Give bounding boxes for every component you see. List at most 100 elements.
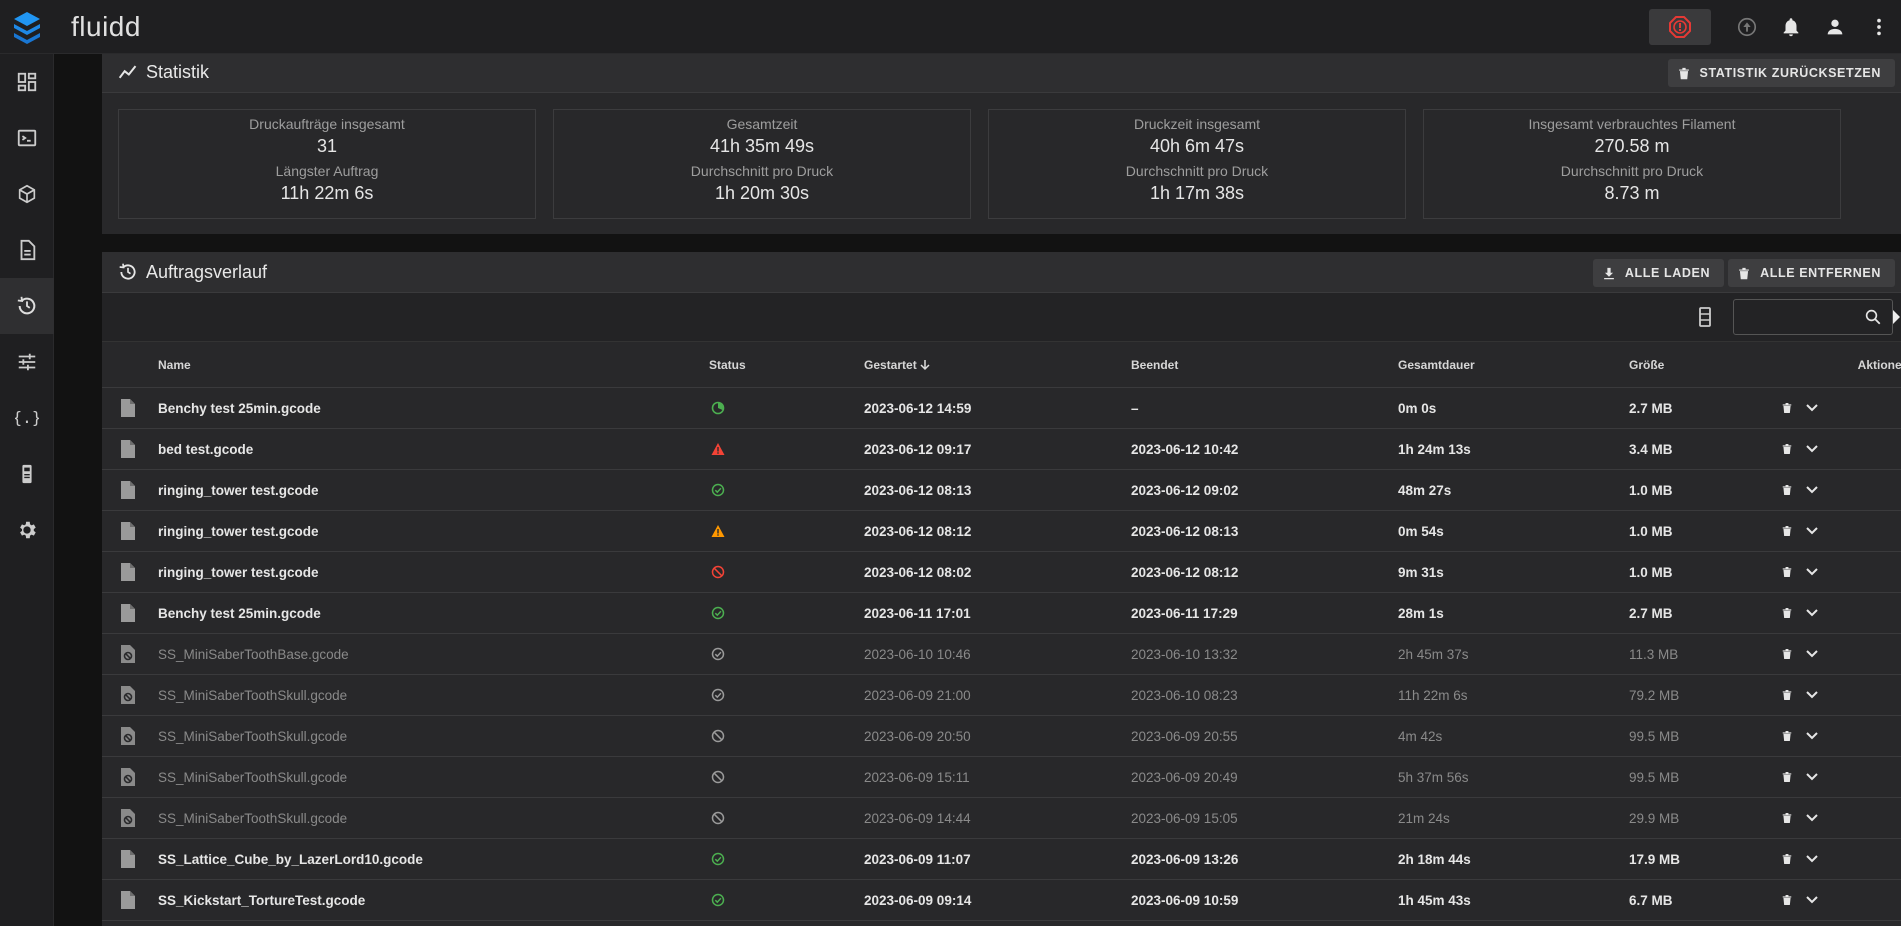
column-select-icon[interactable] xyxy=(1697,307,1713,327)
chevron-down-icon[interactable] xyxy=(1806,650,1818,658)
main-content: Statistik STATISTIK ZURÜCKSETZEN Druckau… xyxy=(54,54,1901,926)
job-size: 6.7 MB xyxy=(1629,879,1776,921)
remove-all-button[interactable]: ALLE ENTFERNEN xyxy=(1728,259,1895,287)
table-row[interactable]: bed test.gcode 2023-06-12 09:17 2023-06-12… xyxy=(102,428,1901,470)
job-ended: 2023-06-09 10:59 xyxy=(1131,879,1398,921)
delete-icon[interactable] xyxy=(1782,730,1792,742)
chevron-down-icon[interactable] xyxy=(1806,855,1818,863)
column-status[interactable]: Status xyxy=(709,342,864,388)
nav-tune[interactable] xyxy=(0,334,54,390)
app-title: fluidd xyxy=(71,10,141,42)
history-icon xyxy=(17,296,36,315)
table-row[interactable]: SS_MiniSaberToothSkull.gcode 2023-06-09 2… xyxy=(102,674,1901,716)
job-size: 3.4 MB xyxy=(1629,428,1776,470)
stat-total-time: Gesamtzeit 41h 35m 49s Durchschnitt pro … xyxy=(553,109,971,219)
job-actions xyxy=(1776,879,1901,921)
job-duration: 1h 24m 13s xyxy=(1398,428,1629,470)
chevron-down-icon[interactable] xyxy=(1806,896,1818,904)
chevron-down-icon[interactable] xyxy=(1806,732,1818,740)
job-actions xyxy=(1776,797,1901,839)
job-started: 2023-06-12 08:02 xyxy=(864,551,1131,593)
delete-icon[interactable] xyxy=(1782,402,1792,414)
table-row[interactable]: SS_Lattice_Cube_by_LazerLord10.gcode 2023… xyxy=(102,838,1901,880)
delete-icon[interactable] xyxy=(1782,648,1792,660)
job-name: SS_MiniSaberToothSkull.gcode xyxy=(158,756,709,798)
nav-dashboard[interactable] xyxy=(0,54,54,110)
tune-icon xyxy=(18,353,36,371)
column-name[interactable]: Name xyxy=(158,342,709,388)
chevron-down-icon[interactable] xyxy=(1806,773,1818,781)
table-row[interactable]: Benchy test 25min.gcode 2023-06-12 14:59–… xyxy=(102,387,1901,429)
job-status xyxy=(709,469,864,511)
cancelled-icon xyxy=(711,770,725,784)
search-input[interactable] xyxy=(1733,299,1893,335)
job-duration: 21m 24s xyxy=(1398,797,1629,839)
chevron-down-icon[interactable] xyxy=(1806,814,1818,822)
job-ended: – xyxy=(1131,387,1398,429)
chevron-down-icon[interactable] xyxy=(1806,527,1818,535)
chevron-down-icon[interactable] xyxy=(1806,568,1818,576)
warning-icon xyxy=(711,525,725,537)
table-row[interactable]: ringing_tower test.gcode 2023-06-12 08:13… xyxy=(102,469,1901,511)
table-row[interactable]: SS_MiniSaberToothSkull.gcode 2023-06-09 2… xyxy=(102,715,1901,757)
table-row[interactable]: ringing_tower test.gcode 2023-06-12 08:02… xyxy=(102,551,1901,593)
reset-statistics-button[interactable]: STATISTIK ZURÜCKSETZEN xyxy=(1667,59,1895,87)
delete-icon[interactable] xyxy=(1782,484,1792,496)
delete-icon[interactable] xyxy=(1782,525,1792,537)
nav-config[interactable]: {.} xyxy=(0,390,54,446)
load-all-button[interactable]: ALLE LADEN xyxy=(1592,259,1725,287)
emergency-stop-icon xyxy=(1669,16,1691,38)
chevron-down-icon[interactable] xyxy=(1806,445,1818,453)
chevron-down-icon[interactable] xyxy=(1806,609,1818,617)
job-size: 79.2 MB xyxy=(1629,674,1776,716)
delete-icon[interactable] xyxy=(1782,443,1792,455)
chevron-down-icon[interactable] xyxy=(1806,691,1818,699)
table-row[interactable]: SS_Kickstart_TortureTest.gcode 2023-06-09… xyxy=(102,879,1901,921)
delete-icon[interactable] xyxy=(1782,566,1792,578)
file-type-cell xyxy=(102,510,158,552)
job-name: SS_MiniSaberToothSkull.gcode xyxy=(158,715,709,757)
job-duration: 28m 1s xyxy=(1398,592,1629,634)
delete-icon[interactable] xyxy=(1782,812,1792,824)
nav-gcode-preview[interactable] xyxy=(0,166,54,222)
delete-icon[interactable] xyxy=(1782,689,1792,701)
nav-printer[interactable] xyxy=(0,446,54,502)
job-ended: 2023-06-12 10:42 xyxy=(1131,428,1398,470)
delete-icon[interactable] xyxy=(1782,771,1792,783)
job-size: 1.0 MB xyxy=(1629,510,1776,552)
fluidd-logo-icon[interactable] xyxy=(0,0,54,54)
upload-icon[interactable] xyxy=(1725,5,1769,49)
column-ended[interactable]: Beendet xyxy=(1131,342,1398,388)
file-icon xyxy=(121,522,135,540)
table-row[interactable]: SS_MiniSaberToothBase.gcode 2023-06-10 10… xyxy=(102,633,1901,675)
chevron-down-icon[interactable] xyxy=(1806,404,1818,412)
nav-history[interactable] xyxy=(0,278,54,334)
file-type-cell xyxy=(102,674,158,716)
table-row[interactable]: SS_MiniSaberToothSkull.gcode 2023-06-09 1… xyxy=(102,797,1901,839)
nav-console[interactable] xyxy=(0,110,54,166)
table-row[interactable]: ringing_tower test.gcode 2023-06-12 08:12… xyxy=(102,510,1901,552)
column-started[interactable]: Gestartet xyxy=(864,342,1131,388)
delete-icon[interactable] xyxy=(1782,853,1792,865)
delete-icon[interactable] xyxy=(1782,894,1792,906)
job-started: 2023-06-12 08:13 xyxy=(864,469,1131,511)
job-status xyxy=(709,674,864,716)
more-vert-icon[interactable] xyxy=(1857,5,1901,49)
chevron-down-icon[interactable] xyxy=(1806,486,1818,494)
account-icon[interactable] xyxy=(1813,5,1857,49)
table-row[interactable]: SS_MiniSaberToothSkull.gcode 2023-06-09 1… xyxy=(102,756,1901,798)
job-actions xyxy=(1776,510,1901,552)
nav-settings[interactable] xyxy=(0,502,54,558)
emergency-stop-button[interactable] xyxy=(1649,9,1711,45)
stat-label: Längster Auftrag xyxy=(275,163,379,179)
bell-icon[interactable] xyxy=(1769,5,1813,49)
completed-icon xyxy=(711,688,725,702)
job-started: 2023-06-12 14:59 xyxy=(864,387,1131,429)
file-missing-icon xyxy=(121,686,135,704)
nav-jobs[interactable] xyxy=(0,222,54,278)
delete-icon[interactable] xyxy=(1782,607,1792,619)
column-size[interactable]: Größe xyxy=(1629,342,1776,388)
file-type-cell xyxy=(102,428,158,470)
table-row[interactable]: Benchy test 25min.gcode 2023-06-11 17:01 2… xyxy=(102,592,1901,634)
column-duration[interactable]: Gesamtdauer xyxy=(1398,342,1629,388)
